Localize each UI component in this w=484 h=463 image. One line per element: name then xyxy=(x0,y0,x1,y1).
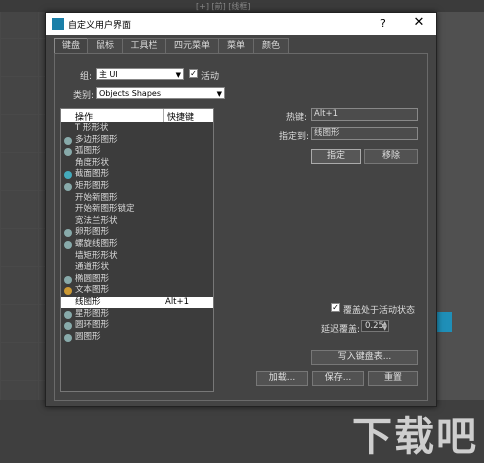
spinner-arrows-icon[interactable]: ▲ ▼ xyxy=(382,321,387,332)
action-list[interactable]: 操作 快捷键 T 形形状 多边形图形 弧图形 角度形状 截面图形 矩形图形 开始新图形 开始新… xyxy=(60,108,214,392)
assigned-field[interactable]: 线图形 xyxy=(311,127,418,140)
list-item[interactable]: 文本图形 xyxy=(61,285,213,296)
list-item-name: 宽法兰形状 xyxy=(75,215,118,226)
shape-icon xyxy=(64,229,72,238)
tab-quad-menu[interactable]: 四元菜单 xyxy=(165,38,219,53)
list-item[interactable]: 开始新图形 xyxy=(61,193,213,204)
list-item-name: 开始新图形 xyxy=(75,192,118,203)
shape-icon xyxy=(64,287,72,296)
active-label: 活动 xyxy=(201,72,220,82)
active-checkbox[interactable]: ✓ xyxy=(189,69,198,78)
group-label: 组: xyxy=(80,72,93,82)
tab-mouse[interactable]: 鼠标 xyxy=(87,38,123,53)
list-item-name: 弧图形 xyxy=(75,146,101,157)
list-item[interactable]: 矩形图形 xyxy=(61,181,213,192)
save-button[interactable]: 保存... xyxy=(312,371,364,386)
list-item-name: 文本图形 xyxy=(75,285,110,296)
title-bar[interactable]: 自定义用户界面 ? ✕ xyxy=(46,13,436,35)
list-item-name: 开始新图形锁定 xyxy=(75,204,135,215)
list-item-name: 截面图形 xyxy=(75,169,110,180)
group-select-value: 主 UI xyxy=(99,70,118,79)
list-item-name: 墙矩形形状 xyxy=(75,250,118,261)
list-item-name: 多边形图形 xyxy=(75,134,118,145)
viewport-header: [+] [前] [线框] xyxy=(0,0,484,12)
list-item[interactable]: 多边形图形 xyxy=(61,135,213,146)
column-divider[interactable] xyxy=(163,109,164,122)
list-item[interactable]: 开始新图形锁定 xyxy=(61,204,213,215)
viewport-right-panel xyxy=(436,12,484,463)
shape-icon xyxy=(64,183,72,191)
list-item[interactable]: 圆图形 xyxy=(61,332,213,343)
tab-menu[interactable]: 菜单 xyxy=(218,38,254,53)
remove-button[interactable]: 移除 xyxy=(364,149,418,164)
list-item-name: 星形图形 xyxy=(75,308,110,319)
shape-icon xyxy=(64,275,72,284)
category-select[interactable]: Objects Shapes ▼ xyxy=(96,87,225,99)
list-item-shortcut: Alt+1 xyxy=(165,297,190,307)
load-button[interactable]: 加载... xyxy=(256,371,308,386)
delay-label: 延迟覆盖: xyxy=(321,325,361,335)
shape-icon xyxy=(64,310,72,319)
tab-toolbar[interactable]: 工具栏 xyxy=(122,38,166,53)
shape-icon xyxy=(64,136,72,145)
chevron-down-icon: ▼ xyxy=(175,71,181,79)
close-button[interactable]: ✕ xyxy=(406,15,432,33)
assigned-label: 指定到: xyxy=(279,132,310,142)
hotkey-field[interactable]: Alt+1 xyxy=(311,108,418,121)
list-item[interactable]: 圆环图形 xyxy=(61,320,213,331)
column-header-action[interactable]: 操作 xyxy=(75,110,93,123)
delay-value: 0.25 xyxy=(365,321,384,331)
override-label: 覆盖处于活动状态 xyxy=(343,306,416,316)
hotkey-label: 热键: xyxy=(286,113,308,123)
list-item-name: 圆环图形 xyxy=(75,320,110,331)
reset-button[interactable]: 重置 xyxy=(368,371,418,386)
shape-icon xyxy=(64,171,72,180)
list-item-name: 线图形 xyxy=(75,297,101,307)
watermark-logo: 下载吧 xyxy=(352,414,478,460)
list-item-name: T 形形状 xyxy=(75,123,109,133)
category-select-value: Objects Shapes xyxy=(99,89,161,98)
shape-icon xyxy=(64,241,72,249)
list-item-name: 椭圆图形 xyxy=(75,273,110,284)
dialog-title: 自定义用户界面 xyxy=(68,21,132,31)
list-item-name: 螺旋线图形 xyxy=(75,239,118,249)
list-item-name: 角度形状 xyxy=(75,157,110,168)
tab-keyboard[interactable]: 键盘 xyxy=(54,38,88,54)
list-item[interactable]: 线图形 Alt+1 xyxy=(61,297,213,308)
tab-colors[interactable]: 颜色 xyxy=(253,38,289,53)
list-item-name: 通道形状 xyxy=(75,262,110,273)
viewport-label[interactable]: [+] [前] [线框] xyxy=(196,1,251,12)
customize-ui-dialog: 自定义用户界面 ? ✕ 键盘 鼠标 工具栏 四元菜单 菜单 颜色 组: 主 UI… xyxy=(45,12,437,407)
list-item[interactable]: 宽法兰形状 xyxy=(61,216,213,227)
list-item-name: 矩形图形 xyxy=(75,181,110,191)
list-item[interactable]: T 形形状 xyxy=(61,123,213,134)
list-item[interactable]: 截面图形 xyxy=(61,169,213,180)
list-item-name: 圆图形 xyxy=(75,331,101,342)
write-keyboard-chart-button[interactable]: 写入键盘表... xyxy=(311,350,418,365)
list-item[interactable]: 通道形状 xyxy=(61,262,213,273)
assign-button[interactable]: 指定 xyxy=(311,149,361,164)
list-item[interactable]: 卵形图形 xyxy=(61,227,213,238)
list-item[interactable]: 螺旋线图形 xyxy=(61,239,213,250)
list-item[interactable]: 椭圆图形 xyxy=(61,274,213,285)
help-button[interactable]: ? xyxy=(380,17,386,30)
list-item[interactable]: 弧图形 xyxy=(61,146,213,157)
column-header-shortcut[interactable]: 快捷键 xyxy=(167,110,194,123)
shape-icon xyxy=(64,148,72,157)
list-header: 操作 快捷键 xyxy=(61,109,213,123)
chevron-down-icon: ▼ xyxy=(216,90,222,98)
app-icon xyxy=(52,18,64,30)
list-item-name: 卵形图形 xyxy=(75,227,110,238)
category-label: 类别: xyxy=(73,91,95,101)
shape-icon xyxy=(64,322,72,331)
group-select[interactable]: 主 UI ▼ xyxy=(96,68,184,80)
delay-spinner[interactable]: 0.25 ▲ ▼ xyxy=(361,320,389,332)
list-item[interactable]: 墙矩形形状 xyxy=(61,251,213,262)
list-item[interactable]: 星形图形 xyxy=(61,309,213,320)
shape-icon xyxy=(64,333,72,342)
scene-object[interactable] xyxy=(436,312,452,332)
override-checkbox[interactable]: ✓ xyxy=(331,303,340,312)
list-item[interactable]: 角度形状 xyxy=(61,158,213,169)
